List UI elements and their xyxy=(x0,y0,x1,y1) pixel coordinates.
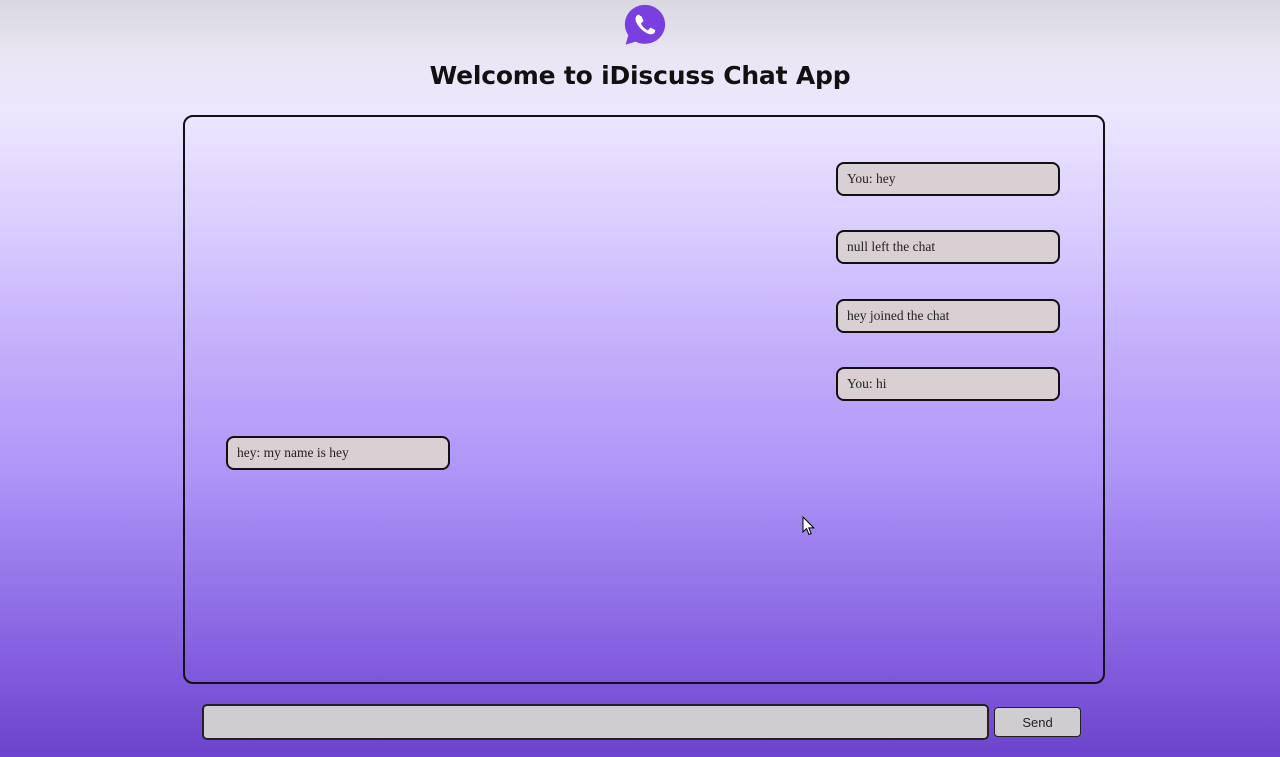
chat-container[interactable]: You: hey null left the chat hey joined t… xyxy=(183,115,1105,684)
chat-message: hey joined the chat xyxy=(836,299,1060,333)
message-input[interactable] xyxy=(202,704,989,740)
chat-app-logo-icon xyxy=(624,4,666,45)
send-button[interactable]: Send xyxy=(994,707,1081,737)
page-title: Welcome to iDiscuss Chat App xyxy=(429,61,851,90)
chat-message: hey: my name is hey xyxy=(226,436,450,470)
chat-message: null left the chat xyxy=(836,230,1060,264)
chat-message: You: hey xyxy=(836,162,1060,196)
mouse-cursor-icon xyxy=(802,516,815,536)
chat-message: You: hi xyxy=(836,367,1060,401)
